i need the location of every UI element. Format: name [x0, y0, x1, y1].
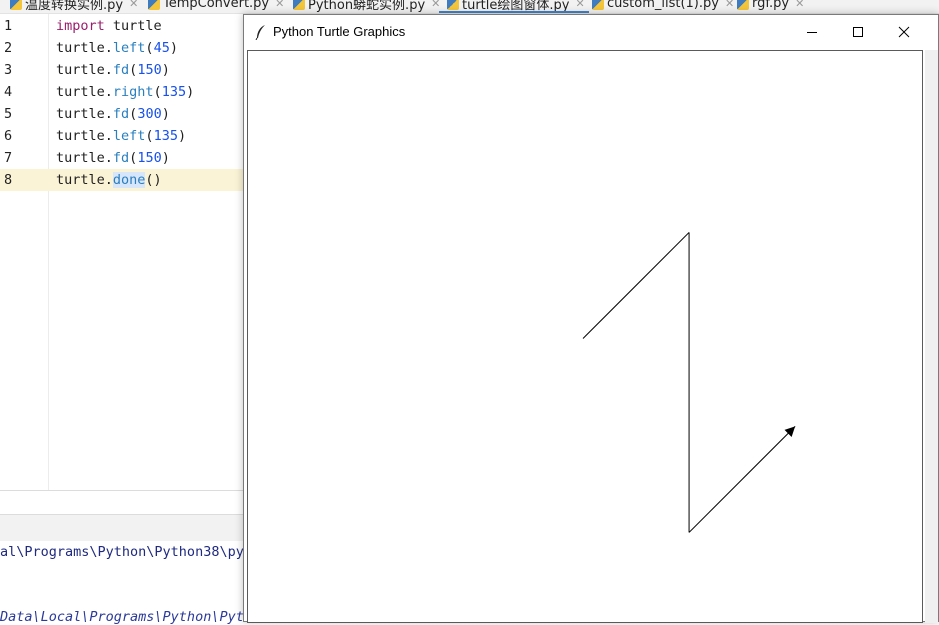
code-token: import [56, 18, 105, 34]
tab-label: custom_list(1).py [607, 0, 719, 11]
tab-label: turtle绘图窗体.py [462, 0, 570, 13]
code-text: turtle.fd(150) [56, 147, 170, 169]
turtle-canvas[interactable] [247, 50, 923, 623]
code-token: ) [186, 84, 195, 100]
code-token: turtle. [56, 150, 113, 166]
turtle-path-segment [688, 426, 796, 533]
tab-custom-list[interactable]: custom_list(1).py ✕ [592, 0, 734, 13]
close-icon [898, 26, 910, 38]
maximize-icon [853, 27, 863, 37]
code-token: ) [169, 40, 178, 56]
code-token: ) [161, 150, 170, 166]
close-icon[interactable]: ✕ [575, 0, 584, 10]
code-token: left [112, 40, 146, 56]
close-icon[interactable]: ✕ [275, 0, 284, 10]
code-token: turtle. [56, 106, 113, 122]
code-token: ) [161, 106, 170, 122]
line-number: 1 [4, 18, 13, 34]
close-icon[interactable]: ✕ [795, 0, 804, 10]
tab-tempconvert[interactable]: TempConvert.py ✕ [148, 0, 284, 13]
line-number: 2 [4, 40, 13, 56]
code-token: () [145, 172, 162, 188]
python-file-icon [737, 0, 749, 10]
code-token: 300 [137, 106, 162, 122]
python-file-icon [447, 0, 459, 10]
console-output-line: Data\Local\Programs\Python\Pyth [0, 609, 252, 625]
turtle-drawing [582, 232, 796, 533]
code-token: ( [153, 84, 162, 100]
tab-python-snake[interactable]: Python蟒蛇实例.py ✕ [293, 0, 440, 13]
code-token: ( [145, 128, 154, 144]
code-text: turtle.left(45) [56, 37, 178, 59]
code-token: turtle [104, 18, 162, 34]
close-icon[interactable]: ✕ [431, 0, 440, 10]
minimize-button[interactable] [789, 15, 835, 49]
line-number: 7 [4, 150, 13, 166]
code-token: right [112, 84, 154, 100]
code-token: turtle. [56, 40, 113, 56]
window-title: Python Turtle Graphics [273, 24, 406, 39]
line-number: 3 [4, 62, 13, 78]
code-token: ) [177, 128, 187, 144]
maximize-button[interactable] [835, 15, 881, 49]
line-number: 8 [4, 172, 13, 188]
code-token: turtle. [56, 172, 113, 188]
editor-tab-bar: 温度转换实例.py ✕ TempConvert.py ✕ Python蟒蛇实例.… [0, 0, 939, 14]
code-token: turtle. [56, 84, 113, 100]
code-token: 150 [137, 150, 162, 166]
line-number: 5 [4, 106, 13, 122]
python-file-icon [148, 0, 160, 10]
tab-label: TempConvert.py [163, 0, 270, 11]
line-number: 4 [4, 84, 13, 100]
code-token: 135 [161, 84, 187, 100]
code-token: fd [112, 150, 130, 166]
code-token: 150 [137, 62, 162, 78]
code-token: done [112, 172, 146, 188]
close-icon[interactable]: ✕ [725, 0, 734, 10]
code-text: turtle.fd(150) [56, 59, 170, 81]
code-token: 45 [153, 40, 170, 56]
code-text: import turtle [56, 15, 162, 37]
turtle-graphics-window[interactable]: Python Turtle Graphics [243, 14, 939, 623]
tab-turtle-window[interactable]: turtle绘图窗体.py ✕ [439, 0, 589, 13]
line-number: 6 [4, 128, 13, 144]
console-output-line: al\Programs\Python\Python38\pyt [0, 544, 252, 560]
feather-icon [255, 25, 265, 40]
code-token: fd [112, 62, 130, 78]
tab-label: 温度转换实例.py [25, 0, 124, 13]
code-token: turtle. [56, 62, 113, 78]
code-text: turtle.right(135) [56, 81, 194, 103]
window-titlebar[interactable]: Python Turtle Graphics [244, 15, 938, 49]
code-token: fd [112, 106, 130, 122]
tab-label: Python蟒蛇实例.py [308, 0, 426, 13]
tab-label: rgf.py [752, 0, 790, 11]
code-text: turtle.fd(300) [56, 103, 170, 125]
tab-temperature-convert[interactable]: 温度转换实例.py ✕ [10, 0, 138, 13]
tab-rgf[interactable]: rgf.py ✕ [737, 0, 804, 13]
code-token: ( [145, 40, 154, 56]
code-text: turtle.left(135) [56, 125, 186, 147]
minimize-icon [807, 32, 817, 33]
code-text: turtle.done() [56, 169, 162, 191]
python-file-icon [293, 0, 305, 10]
code-token: left [112, 128, 146, 144]
close-button[interactable] [881, 15, 927, 49]
python-file-icon [592, 0, 604, 10]
code-token: turtle. [56, 128, 113, 144]
vertical-scrollbar[interactable] [925, 50, 938, 623]
close-icon[interactable]: ✕ [129, 0, 138, 10]
code-token: ) [161, 62, 170, 78]
python-file-icon [10, 0, 22, 10]
code-token: 135 [153, 128, 178, 144]
turtle-path-segment [582, 232, 690, 339]
